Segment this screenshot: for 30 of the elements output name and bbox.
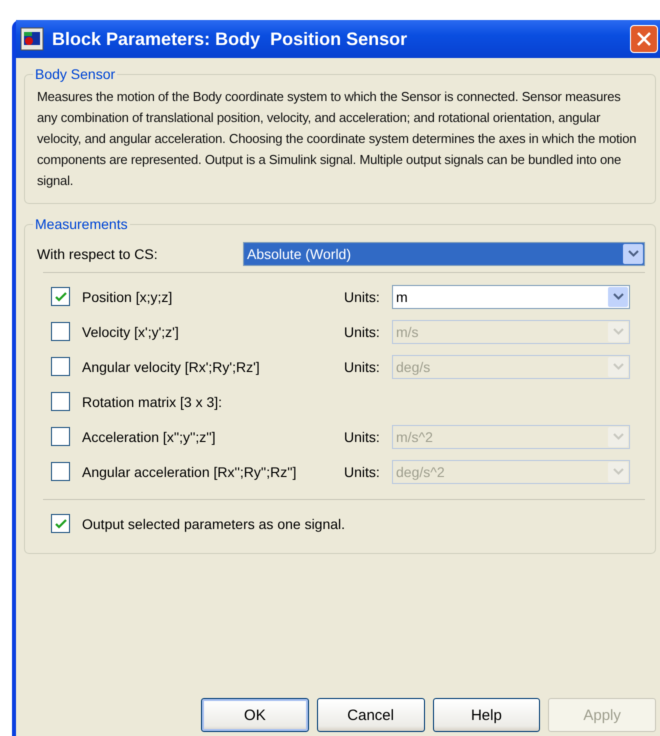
close-icon: [636, 31, 652, 47]
block-icon: [20, 27, 44, 51]
checkbox-label: Acceleration [x'';y'';z'']: [82, 428, 217, 444]
field-label: With respect to CS:: [37, 246, 159, 262]
checkbox[interactable]: [51, 287, 70, 306]
checkbox[interactable]: [51, 392, 70, 411]
close-button[interactable]: [630, 25, 658, 53]
dropdown[interactable]: m: [392, 284, 630, 308]
checkbox-label: Angular acceleration [Rx'';Ry'';Rz'']: [82, 464, 298, 480]
checkbox-label: Angular velocity [Rx';Ry';Rz']: [82, 358, 261, 374]
group-title: Body Sensor: [34, 66, 116, 82]
field-label: Units:: [344, 324, 381, 340]
description-text: Measures the motion of the Body coordinate system to which the Sensor is connected. Sensor measures any combination of translational position, velocity, and acceleration; and rotational orientation, angular velocity, and angular acceleration. Choosing the coordinate system determines the axes in which the motion components are represented. Output is a Simulink signal. Multiple output signals can be bundled into one signal.: [37, 88, 638, 190]
field-label: Units:: [344, 288, 381, 304]
field-label: Units:: [344, 428, 381, 444]
dropdown[interactable]: Absolute (World): [243, 242, 645, 266]
check-icon: [54, 290, 66, 302]
dialog-button[interactable]: Help: [432, 698, 540, 732]
field-label: Units:: [344, 464, 381, 480]
group-title: Measurements: [34, 216, 129, 232]
dialog-button[interactable]: OK: [201, 698, 309, 732]
checkbox-label: Velocity [x';y';z']: [82, 324, 180, 340]
field-label: Units:: [344, 358, 381, 374]
checkbox-label: Rotation matrix [3 x 3]:: [82, 394, 224, 410]
window-title: Block Parameters: Body Position Sensor: [52, 28, 408, 50]
checkbox-label: Position [x;y;z]: [82, 288, 174, 304]
checkbox[interactable]: [51, 514, 70, 533]
check-icon: [54, 518, 66, 530]
checkbox-label: Output selected parameters as one signal.: [82, 516, 344, 532]
dialog-button[interactable]: Cancel: [316, 698, 424, 732]
